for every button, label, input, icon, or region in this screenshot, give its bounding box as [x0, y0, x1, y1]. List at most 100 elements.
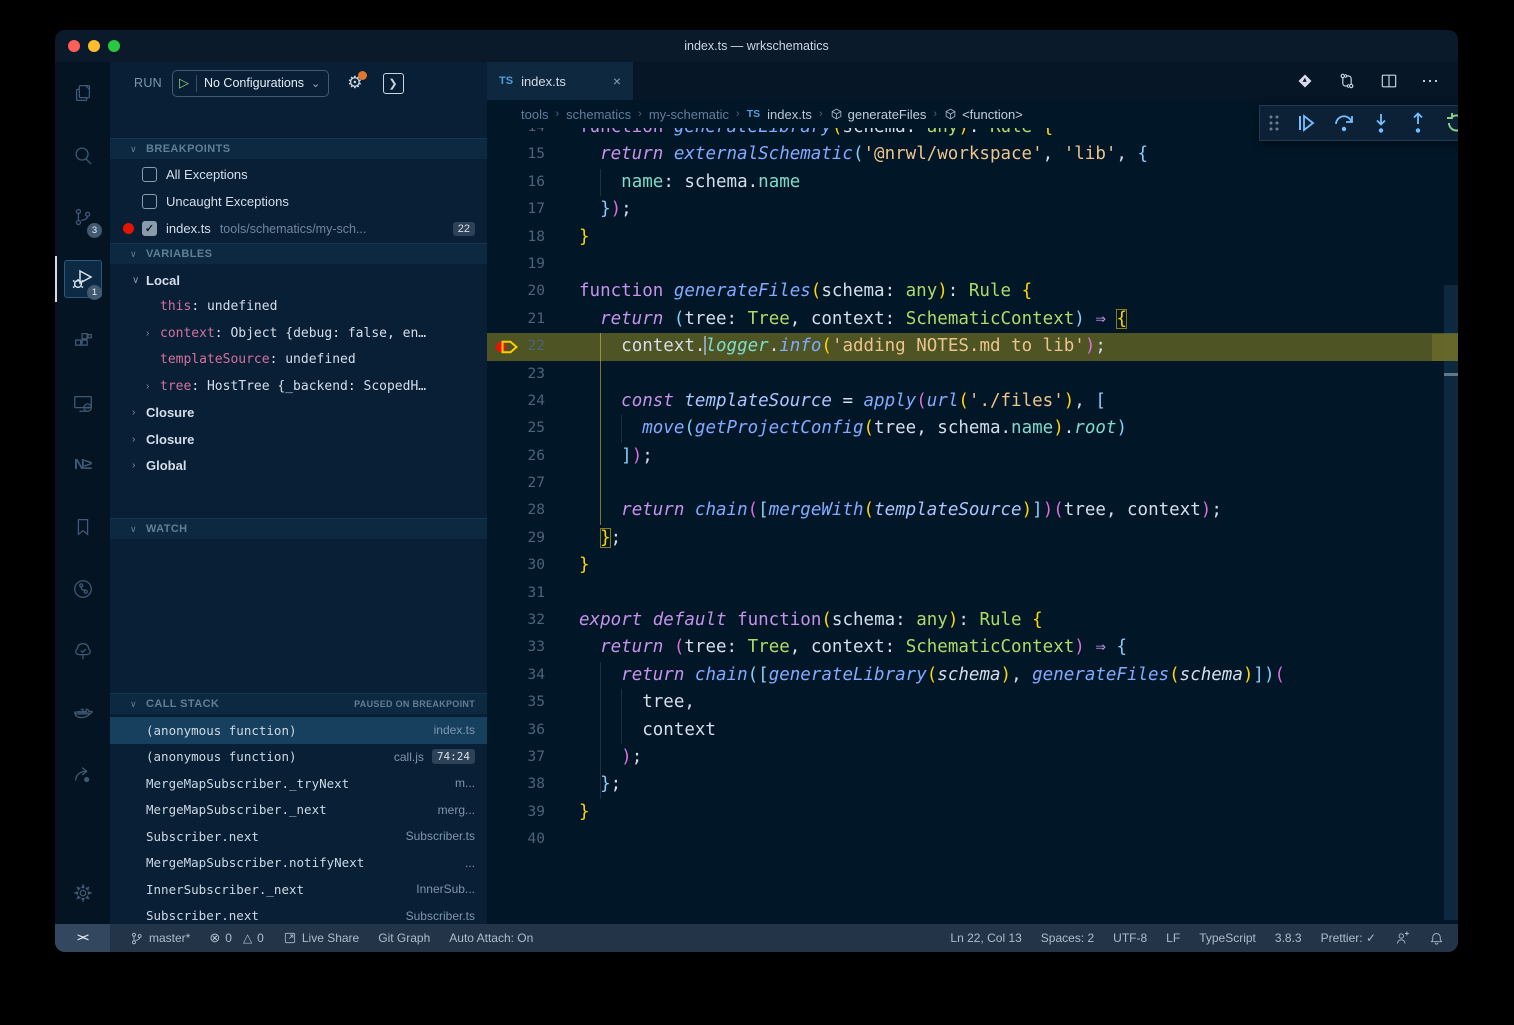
section-header-variables[interactable]: ∨VARIABLES [110, 243, 487, 264]
activity-docker[interactable] [55, 682, 110, 744]
code-line-33[interactable]: 33 return (tree: Tree, context: Schemati… [487, 634, 1458, 661]
debug-console-button[interactable]: ❯ [383, 73, 404, 94]
code-line-24[interactable]: 24 const templateSource = apply(url('./f… [487, 388, 1458, 415]
checkbox[interactable] [142, 167, 157, 182]
activity-project-share[interactable] [55, 744, 110, 806]
step-into-button[interactable] [1369, 111, 1393, 135]
breadcrumb-symbol[interactable]: <function> [944, 107, 1023, 122]
status-indentation[interactable]: Spaces: 2 [1041, 931, 1094, 945]
code-line-27[interactable]: 27 [487, 470, 1458, 497]
scrollbar-slider[interactable] [1444, 285, 1458, 920]
breakpoint-row[interactable]: ✓index.tstools/schematics/my-sch...22 [110, 215, 487, 242]
editor-scrollbar[interactable] [1444, 62, 1458, 924]
breadcrumb-item[interactable]: my-schematic [649, 107, 729, 122]
activity-search[interactable] [55, 124, 110, 186]
more-actions-button[interactable]: ⋯ [1421, 71, 1440, 92]
drag-handle-button[interactable] [1267, 113, 1281, 133]
activity-source-control[interactable]: 3 [55, 186, 110, 248]
code-line-16[interactable]: 16 name: schema.name [487, 169, 1458, 196]
variable-scope-row[interactable]: ›Closure [110, 400, 487, 427]
code-line-28[interactable]: 28 return chain([mergeWith(templateSourc… [487, 497, 1458, 524]
status-feedback[interactable] [1395, 931, 1410, 946]
zoom-window-icon[interactable] [108, 40, 120, 52]
close-tab-icon[interactable]: × [613, 73, 621, 89]
call-stack-frame[interactable]: InnerSubscriber._nextInnerSub... [110, 876, 487, 903]
code-line-25[interactable]: 25 move(getProjectConfig(tree, schema.na… [487, 415, 1458, 442]
section-header-breakpoints[interactable]: ∨BREAKPOINTS [110, 138, 487, 159]
code-line-19[interactable]: 19 [487, 251, 1458, 278]
minimize-window-icon[interactable] [88, 40, 100, 52]
close-window-icon[interactable] [68, 40, 80, 52]
checkbox[interactable] [142, 194, 157, 209]
breadcrumb-item[interactable]: tools [521, 107, 548, 122]
activity-nx-console[interactable]: N≥ [55, 434, 110, 496]
status-remote-indicator[interactable]: >< [55, 924, 110, 952]
code-line-38[interactable]: 38 }; [487, 771, 1458, 798]
code-line-21[interactable]: 21 return (tree: Tree, context: Schemati… [487, 306, 1458, 333]
call-stack-frame[interactable]: (anonymous function)index.ts [110, 717, 487, 744]
variable-scope-row[interactable]: ∨Local [110, 267, 487, 294]
activity-test-explorer[interactable] [55, 620, 110, 682]
activity-extensions[interactable] [55, 310, 110, 372]
variable-row[interactable]: ›tree: HostTree {_backend: ScopedH… [110, 373, 487, 400]
code-line-35[interactable]: 35 tree, [487, 689, 1458, 716]
activity-bookmarks[interactable] [55, 496, 110, 558]
call-stack-frame[interactable]: (anonymous function)call.js74:24 [110, 744, 487, 771]
status-auto-attach[interactable]: Auto Attach: On [449, 931, 533, 945]
step-out-button[interactable] [1406, 111, 1430, 135]
code-line-26[interactable]: 26 ]); [487, 443, 1458, 470]
checkbox[interactable]: ✓ [142, 221, 157, 236]
status-notifications[interactable] [1429, 931, 1444, 946]
breadcrumb-file[interactable]: index.ts [767, 107, 812, 122]
status-problems[interactable]: ⊗0△0 [209, 930, 264, 946]
status-eol[interactable]: LF [1166, 931, 1180, 945]
traffic-lights[interactable] [68, 40, 120, 52]
variable-scope-row[interactable]: ›Closure [110, 426, 487, 453]
code-line-23[interactable]: 23 [487, 361, 1458, 388]
status-language-mode[interactable]: TypeScript [1199, 931, 1256, 945]
launch-config-dropdown[interactable]: ▷ No Configurations ⌄ [172, 70, 329, 97]
tab-index-ts[interactable]: TS index.ts × [487, 62, 633, 100]
call-stack-frame[interactable]: MergeMapSubscriber.notifyNext... [110, 850, 487, 877]
code-line-37[interactable]: 37 ); [487, 744, 1458, 771]
code-line-39[interactable]: 39} [487, 799, 1458, 826]
code-line-15[interactable]: 15 return externalSchematic('@nrwl/works… [487, 141, 1458, 168]
activity-run-and-debug[interactable]: 1 [55, 248, 110, 310]
breakpoint-row[interactable]: All Exceptions [110, 161, 487, 188]
breadcrumb-symbol[interactable]: generateFiles [830, 107, 927, 122]
status-encoding[interactable]: UTF-8 [1113, 931, 1147, 945]
continue-button[interactable] [1294, 111, 1318, 135]
open-changes-button[interactable] [1337, 71, 1357, 91]
code-line-31[interactable]: 31 [487, 580, 1458, 607]
restart-button[interactable] [1444, 111, 1458, 135]
code-line-22[interactable]: 22 context.logger.info('adding NOTES.md … [487, 333, 1458, 360]
extension-action-button[interactable] [1295, 71, 1315, 91]
start-debug-icon[interactable]: ▷ [179, 75, 189, 91]
activity-remote-explorer[interactable] [55, 372, 110, 434]
configure-gear-button[interactable]: ⚙ [347, 73, 362, 93]
status-ts-version[interactable]: 3.8.3 [1275, 931, 1302, 945]
activity-explorer[interactable] [55, 62, 110, 124]
code-line-17[interactable]: 17 }); [487, 196, 1458, 223]
code-line-20[interactable]: 20function generateFiles(schema: any): R… [487, 278, 1458, 305]
status-git-graph[interactable]: Git Graph [378, 931, 430, 945]
step-over-button[interactable] [1332, 111, 1356, 135]
code-area[interactable]: 14function generateLibrary(schema: any):… [487, 114, 1458, 924]
status-live-share[interactable]: Live Share [283, 931, 359, 945]
code-line-29[interactable]: 29 }; [487, 525, 1458, 552]
call-stack-frame[interactable]: Subscriber.nextSubscriber.ts [110, 903, 487, 925]
code-line-30[interactable]: 30} [487, 552, 1458, 579]
variable-row[interactable]: ›context: Object {debug: false, en… [110, 320, 487, 347]
status-prettier[interactable]: Prettier: ✓ [1321, 931, 1376, 945]
call-stack-frame[interactable]: MergeMapSubscriber._tryNextm... [110, 770, 487, 797]
status-git-branch[interactable]: master* [129, 931, 190, 946]
split-editor-button[interactable] [1379, 71, 1399, 91]
code-line-40[interactable]: 40 [487, 826, 1458, 853]
status-cursor-position[interactable]: Ln 22, Col 13 [950, 931, 1021, 945]
section-header-watch[interactable]: ∨WATCH [110, 518, 487, 539]
call-stack-frame[interactable]: MergeMapSubscriber._nextmerg... [110, 797, 487, 824]
variable-scope-row[interactable]: ›Global [110, 453, 487, 480]
code-line-32[interactable]: 32export default function(schema: any): … [487, 607, 1458, 634]
variable-row[interactable]: this: undefined [110, 294, 487, 321]
code-line-18[interactable]: 18} [487, 224, 1458, 251]
